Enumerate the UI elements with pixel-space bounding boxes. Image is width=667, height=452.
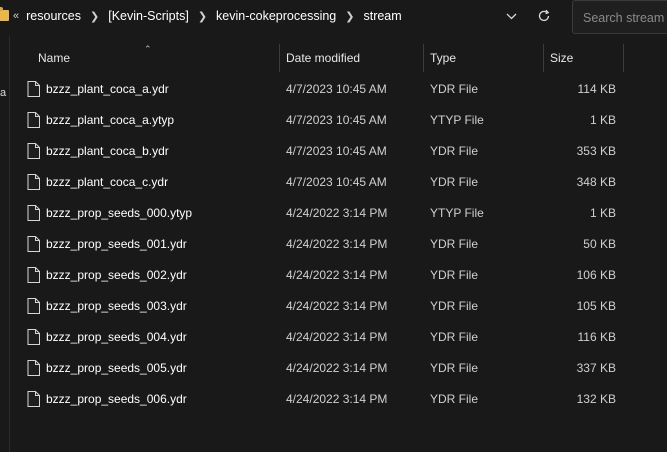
file-name: bzzz_prop_seeds_006.ydr (46, 392, 187, 406)
file-size: 114 KB (577, 82, 616, 96)
file-row[interactable]: bzzz_plant_coca_a.ydr 4/7/2023 10:45 AM YD… (11, 74, 667, 105)
file-icon (27, 112, 40, 128)
file-size: 1 KB (589, 206, 616, 220)
file-name: bzzz_prop_seeds_004.ydr (46, 330, 187, 344)
file-icon (27, 174, 40, 190)
file-size: 353 KB (576, 144, 616, 158)
file-type: YDR File (430, 392, 479, 406)
file-row[interactable]: bzzz_plant_coca_c.ydr 4/7/2023 10:45 AM YD… (11, 167, 667, 198)
column-divider[interactable] (279, 44, 280, 72)
file-type: YDR File (430, 268, 479, 282)
file-icon (27, 205, 40, 221)
breadcrumb-overflow-button[interactable]: « (13, 10, 19, 22)
file-name: bzzz_plant_coca_a.ydr (46, 82, 169, 96)
breadcrumb: « resources ❯ [Kevin-Scripts] ❯ kevin-co… (13, 9, 402, 23)
file-name: bzzz_prop_seeds_001.ydr (46, 237, 187, 251)
address-history-button[interactable] (502, 7, 520, 25)
file-name: bzzz_prop_seeds_000.ytyp (46, 206, 193, 220)
file-type: YDR File (430, 237, 479, 251)
file-name: bzzz_plant_coca_b.ydr (46, 144, 169, 158)
column-name[interactable]: Name (38, 44, 70, 72)
navigation-pane[interactable]: a (0, 36, 10, 452)
column-type[interactable]: Type (430, 44, 456, 72)
file-row[interactable]: bzzz_prop_seeds_000.ytyp 4/24/2022 3:14 P… (11, 198, 667, 229)
file-size: 337 KB (576, 361, 616, 375)
file-date-modified: 4/24/2022 3:14 PM (286, 268, 388, 282)
address-bar-row: « resources ❯ [Kevin-Scripts] ❯ kevin-co… (0, 0, 667, 36)
file-icon (27, 267, 40, 283)
file-row[interactable]: bzzz_prop_seeds_001.ydr 4/24/2022 3:14 PM… (11, 229, 667, 260)
file-name: bzzz_plant_coca_c.ydr (46, 175, 169, 189)
file-size: 105 KB (576, 299, 616, 313)
chevron-right-icon[interactable]: ❯ (90, 10, 99, 23)
file-name: bzzz_prop_seeds_003.ydr (46, 299, 187, 313)
file-type: YDR File (430, 82, 479, 96)
file-icon (27, 329, 40, 345)
file-icon (27, 143, 40, 159)
breadcrumb-item[interactable]: resources (26, 9, 81, 23)
file-row[interactable]: bzzz_prop_seeds_005.ydr 4/24/2022 3:14 PM… (11, 353, 667, 384)
file-icon (27, 391, 40, 407)
chevron-down-icon (506, 13, 516, 19)
file-date-modified: 4/24/2022 3:14 PM (286, 237, 388, 251)
file-date-modified: 4/7/2023 10:45 AM (286, 82, 387, 96)
search-input[interactable]: Search stream (572, 0, 667, 34)
file-date-modified: 4/7/2023 10:45 AM (286, 113, 387, 127)
file-size: 132 KB (576, 392, 616, 406)
file-date-modified: 4/24/2022 3:14 PM (286, 361, 388, 375)
file-name: bzzz_prop_seeds_005.ydr (46, 361, 187, 375)
file-date-modified: 4/24/2022 3:14 PM (286, 330, 388, 344)
file-row[interactable]: bzzz_prop_seeds_004.ydr 4/24/2022 3:14 PM… (11, 322, 667, 353)
chevron-right-icon[interactable]: ❯ (345, 10, 354, 23)
refresh-button[interactable] (534, 6, 554, 26)
search-placeholder: Search stream (583, 11, 665, 25)
file-size: 1 KB (589, 113, 616, 127)
file-date-modified: 4/24/2022 3:14 PM (286, 206, 388, 220)
file-row[interactable]: bzzz_plant_coca_b.ydr 4/7/2023 10:45 AM YD… (11, 136, 667, 167)
sort-ascending-icon: ⌃ (144, 44, 152, 54)
breadcrumb-item[interactable]: stream (363, 9, 401, 23)
folder-icon (0, 7, 9, 21)
column-divider[interactable] (543, 44, 544, 72)
column-divider[interactable] (423, 44, 424, 72)
file-row[interactable]: bzzz_prop_seeds_006.ydr 4/24/2022 3:14 PM… (11, 384, 667, 415)
file-date-modified: 4/24/2022 3:14 PM (286, 299, 388, 313)
breadcrumb-item[interactable]: kevin-cokeprocessing (216, 9, 336, 23)
file-name: bzzz_prop_seeds_002.ydr (46, 268, 187, 282)
column-date[interactable]: Date modified (286, 44, 360, 72)
file-icon (27, 236, 40, 252)
chevron-right-icon[interactable]: ❯ (198, 10, 207, 23)
column-header: Name Date modified Type Size (11, 44, 667, 72)
file-size: 106 KB (576, 268, 616, 282)
nav-item-label[interactable]: a (0, 87, 6, 99)
file-list: bzzz_plant_coca_a.ydr 4/7/2023 10:45 AM YD… (11, 74, 667, 415)
refresh-icon (538, 9, 550, 22)
file-icon (27, 298, 40, 314)
file-size: 50 KB (583, 237, 616, 251)
file-size: 348 KB (576, 175, 616, 189)
file-icon (27, 81, 40, 97)
file-size: 116 KB (577, 330, 616, 344)
breadcrumb-item[interactable]: [Kevin-Scripts] (108, 9, 189, 23)
address-bar[interactable]: « resources ❯ [Kevin-Scripts] ❯ kevin-co… (0, 0, 563, 34)
file-date-modified: 4/7/2023 10:45 AM (286, 175, 387, 189)
file-type: YDR File (430, 175, 479, 189)
file-type: YDR File (430, 330, 479, 344)
file-name: bzzz_plant_coca_a.ytyp (46, 113, 175, 127)
file-type: YDR File (430, 361, 479, 375)
file-row[interactable]: bzzz_prop_seeds_002.ydr 4/24/2022 3:14 PM… (11, 260, 667, 291)
column-size[interactable]: Size (550, 44, 573, 72)
file-icon (27, 360, 40, 376)
file-type: YTYP File (430, 113, 484, 127)
file-type: YTYP File (430, 206, 484, 220)
file-date-modified: 4/24/2022 3:14 PM (286, 392, 388, 406)
file-row[interactable]: bzzz_prop_seeds_003.ydr 4/24/2022 3:14 PM… (11, 291, 667, 322)
column-divider[interactable] (623, 44, 624, 72)
file-date-modified: 4/7/2023 10:45 AM (286, 144, 387, 158)
file-row[interactable]: bzzz_plant_coca_a.ytyp 4/7/2023 10:45 AM Y… (11, 105, 667, 136)
file-type: YDR File (430, 144, 479, 158)
file-type: YDR File (430, 299, 479, 313)
